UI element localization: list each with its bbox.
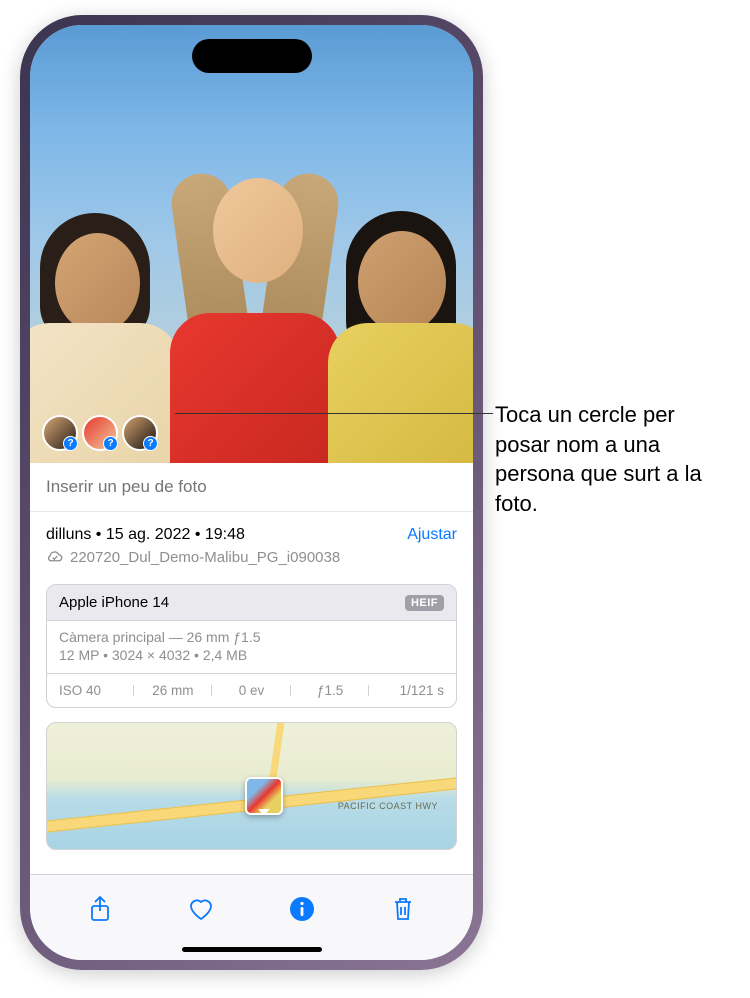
dynamic-island	[192, 39, 312, 73]
photo-viewer[interactable]: ? ? ?	[30, 25, 473, 463]
unknown-badge-icon: ?	[103, 436, 118, 451]
info-button[interactable]	[280, 887, 324, 931]
trash-icon	[391, 895, 415, 923]
unknown-badge-icon: ?	[143, 436, 158, 451]
detected-faces-row: ? ? ?	[42, 415, 158, 451]
favorite-button[interactable]	[179, 887, 223, 931]
exif-iso: ISO 40	[59, 683, 130, 698]
delete-button[interactable]	[381, 887, 425, 931]
format-badge: HEIF	[405, 595, 444, 611]
filename-text: 220720_Dul_Demo-Malibu_PG_i090038	[70, 549, 340, 566]
share-icon	[88, 895, 112, 923]
face-circle-3[interactable]: ?	[122, 415, 158, 451]
device-name: Apple iPhone 14	[59, 594, 169, 611]
face-circle-2[interactable]: ?	[82, 415, 118, 451]
exif-ev: 0 ev	[216, 683, 287, 698]
share-button[interactable]	[78, 887, 122, 931]
camera-line: Càmera principal — 26 mm ƒ1.5	[59, 629, 444, 645]
exif-row: ISO 40 26 mm 0 ev ƒ1.5 1/121 s	[47, 674, 456, 707]
photo-date-text: dilluns • 15 ag. 2022 • 19:48	[46, 526, 245, 544]
exif-focal: 26 mm	[138, 683, 209, 698]
metadata-card[interactable]: Apple iPhone 14 HEIF Càmera principal — …	[46, 584, 457, 708]
caption-input[interactable]	[46, 463, 457, 511]
map-road-label: PACIFIC COAST HWY	[338, 801, 438, 811]
icloud-icon	[46, 548, 64, 566]
heart-icon	[187, 896, 215, 922]
exif-aperture: ƒ1.5	[295, 683, 366, 698]
specs-line: 12 MP • 3024 × 4032 • 2,4 MB	[59, 647, 444, 663]
info-panel: dilluns • 15 ag. 2022 • 19:48 Ajustar 22…	[30, 463, 473, 850]
face-circle-1[interactable]: ?	[42, 415, 78, 451]
map-preview[interactable]: PACIFIC COAST HWY	[46, 722, 457, 850]
home-indicator[interactable]	[182, 947, 322, 952]
callout-leader-line	[175, 413, 493, 414]
exif-shutter: 1/121 s	[373, 683, 444, 698]
unknown-badge-icon: ?	[63, 436, 78, 451]
phone-frame: ? ? ? dilluns • 15 ag. 2022 • 19:48 Ajus…	[20, 15, 483, 970]
bottom-toolbar	[30, 874, 473, 960]
phone-screen: ? ? ? dilluns • 15 ag. 2022 • 19:48 Ajus…	[30, 25, 473, 960]
callout-text: Toca un cercle per posar nom a una perso…	[495, 400, 735, 519]
map-photo-pin[interactable]	[245, 777, 283, 815]
info-icon	[289, 896, 315, 922]
adjust-button[interactable]: Ajustar	[407, 526, 457, 544]
